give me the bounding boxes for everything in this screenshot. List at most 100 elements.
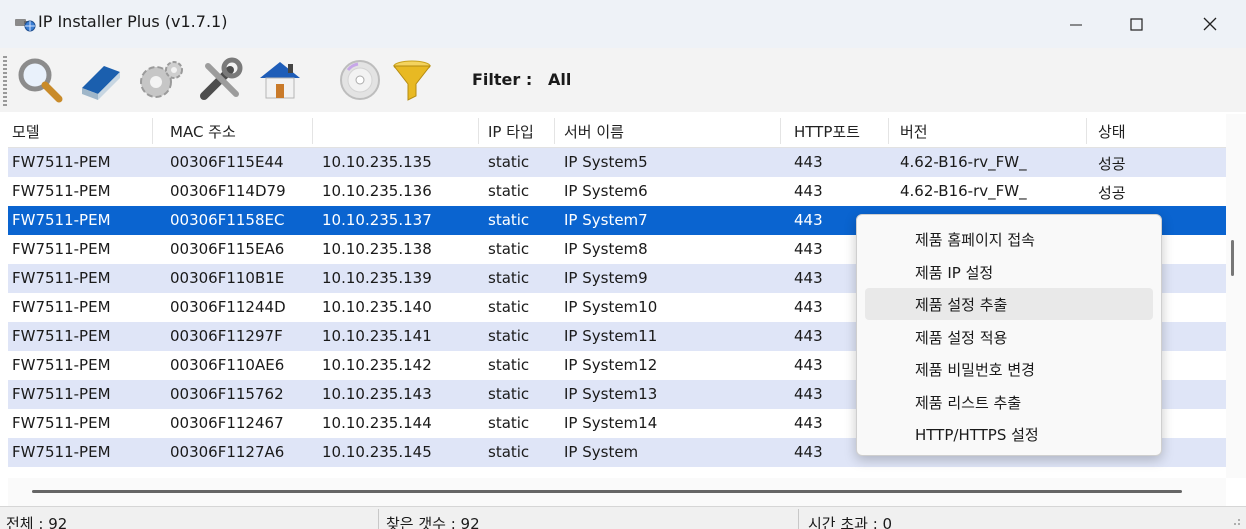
cell-mac: 00306F110AE6 — [170, 356, 285, 374]
cell-status: 성공 — [1098, 155, 1126, 173]
cell-server-name: IP System14 — [564, 414, 658, 432]
cell-server-name: IP System9 — [564, 269, 648, 287]
table-row[interactable]: FW7511-PEM 00306F115E44 10.10.235.135 stati… — [8, 148, 1226, 177]
column-header-http-port[interactable]: HTTP포트 — [794, 121, 860, 142]
disc-button[interactable] — [334, 54, 386, 106]
close-icon — [1203, 17, 1217, 31]
context-menu-item[interactable]: 제품 IP 설정 — [865, 256, 1153, 288]
column-header-status[interactable]: 상태 — [1098, 121, 1126, 142]
filter-icon — [392, 60, 432, 101]
table-row[interactable]: FW7511-PEM 00306F114D79 10.10.235.136 stati… — [8, 177, 1226, 206]
column-header-version[interactable]: 버전 — [900, 121, 928, 142]
column-divider[interactable] — [152, 118, 153, 144]
cell-ip-type: static — [488, 240, 530, 258]
context-menu-item-label: 제품 설정 적용 — [915, 328, 1008, 347]
home-button[interactable] — [254, 54, 306, 106]
cell-server-name: IP System6 — [564, 182, 648, 200]
context-menu-item[interactable]: 제품 설정 추출 — [865, 288, 1153, 320]
cell-mac: 00306F110B1E — [170, 269, 285, 287]
column-divider[interactable] — [312, 118, 313, 144]
cell-version: 4.62-B16-rv_FW_ — [900, 153, 1027, 171]
column-header-ip-type[interactable]: IP 타입 — [488, 121, 534, 142]
cell-server-name: IP System8 — [564, 240, 648, 258]
cell-status: 성공 — [1098, 184, 1126, 202]
column-divider[interactable] — [888, 118, 889, 144]
cell-model: FW7511-PEM — [12, 385, 111, 403]
minimize-icon — [1070, 24, 1082, 26]
context-menu-item[interactable]: HTTP/HTTPS 설정 — [865, 418, 1153, 450]
title-bar: IP Installer Plus (v1.7.1) — [0, 0, 1246, 48]
column-divider[interactable] — [478, 118, 479, 144]
vertical-scroll-thumb[interactable] — [1231, 240, 1234, 276]
status-timeout: 시간 초과 : 0 — [808, 515, 893, 529]
cell-model: FW7511-PEM — [12, 153, 111, 171]
context-menu-item[interactable]: 제품 비밀번호 변경 — [865, 353, 1153, 385]
eraser-icon — [82, 66, 120, 100]
status-total: 전체 : 92 — [6, 515, 68, 529]
cell-ip-type: static — [488, 153, 530, 171]
context-menu-item-label: 제품 비밀번호 변경 — [915, 361, 1035, 379]
cell-mac: 00306F114D79 — [170, 182, 286, 200]
cell-model: FW7511-PEM — [12, 269, 111, 287]
column-divider[interactable] — [780, 118, 781, 144]
column-header-mac[interactable]: MAC 주소 — [170, 121, 236, 142]
toolbar-grip[interactable] — [3, 56, 7, 106]
column-divider[interactable] — [554, 118, 555, 144]
cell-ip-type: static — [488, 182, 530, 200]
cell-model: FW7511-PEM — [12, 182, 111, 200]
context-menu-item[interactable]: 제품 설정 적용 — [865, 321, 1153, 353]
filter-label: Filter : — [472, 70, 533, 89]
maximize-button[interactable] — [1106, 4, 1166, 44]
cell-ip-type: static — [488, 327, 530, 345]
cell-ip: 10.10.235.137 — [322, 211, 432, 229]
toolbar: Filter : All — [0, 48, 1246, 112]
cell-ip-type: static — [488, 298, 530, 316]
context-menu-item[interactable]: 제품 홈페이지 접속 — [865, 223, 1153, 255]
search-icon — [18, 58, 63, 103]
filter-button[interactable] — [386, 54, 438, 106]
resize-grip-icon[interactable] — [1230, 515, 1242, 527]
cell-server-name: IP System11 — [564, 327, 658, 345]
cell-ip: 10.10.235.139 — [322, 269, 432, 287]
clear-button[interactable] — [74, 54, 126, 106]
context-menu-item-label: HTTP/HTTPS 설정 — [915, 426, 1039, 444]
cell-http-port: 443 — [794, 356, 823, 374]
cell-ip: 10.10.235.145 — [322, 443, 432, 461]
cell-server-name: IP System5 — [564, 153, 648, 171]
tools-button[interactable] — [194, 54, 246, 106]
cell-mac: 00306F11297F — [170, 327, 283, 345]
vertical-scrollbar[interactable] — [1226, 114, 1246, 478]
context-menu-item-label: 제품 IP 설정 — [915, 263, 994, 282]
column-divider[interactable] — [1086, 118, 1087, 144]
minimize-button[interactable] — [1046, 4, 1106, 44]
cell-mac: 00306F1127A6 — [170, 443, 285, 461]
cell-model: FW7511-PEM — [12, 211, 111, 229]
cell-server-name: IP System — [564, 443, 639, 461]
cell-model: FW7511-PEM — [12, 327, 111, 345]
filter-value[interactable]: All — [548, 70, 571, 89]
cell-ip-type: static — [488, 356, 530, 374]
cell-http-port: 443 — [794, 327, 823, 345]
search-button[interactable] — [14, 54, 66, 106]
maximize-icon — [1130, 18, 1143, 31]
close-button[interactable] — [1180, 4, 1240, 44]
cell-ip: 10.10.235.142 — [322, 356, 432, 374]
cell-http-port: 443 — [794, 298, 823, 316]
cell-ip: 10.10.235.135 — [322, 153, 432, 171]
cell-model: FW7511-PEM — [12, 443, 111, 461]
table-row[interactable]: GC01-IP3MV200306F111F9210.10.30.42static… — [8, 467, 1226, 478]
settings-button[interactable] — [134, 54, 186, 106]
horizontal-scroll-thumb[interactable] — [32, 490, 1182, 493]
tools-icon — [200, 57, 243, 100]
status-found: 찾은 갯수 : 92 — [386, 515, 480, 529]
column-header-server[interactable]: 서버 이름 — [564, 121, 624, 142]
cell-http-port: 443 — [794, 269, 823, 287]
context-menu-item[interactable]: 제품 리스트 추출 — [865, 386, 1153, 418]
column-header-model[interactable]: 모델 — [12, 121, 40, 142]
cell-http-port: 443 — [794, 385, 823, 403]
cell-model: FW7511-PEM — [12, 414, 111, 432]
horizontal-scrollbar[interactable] — [8, 478, 1226, 506]
cell-mac: 00306F115762 — [170, 385, 284, 403]
cell-server-name: IP System13 — [564, 385, 658, 403]
status-divider — [378, 509, 379, 529]
